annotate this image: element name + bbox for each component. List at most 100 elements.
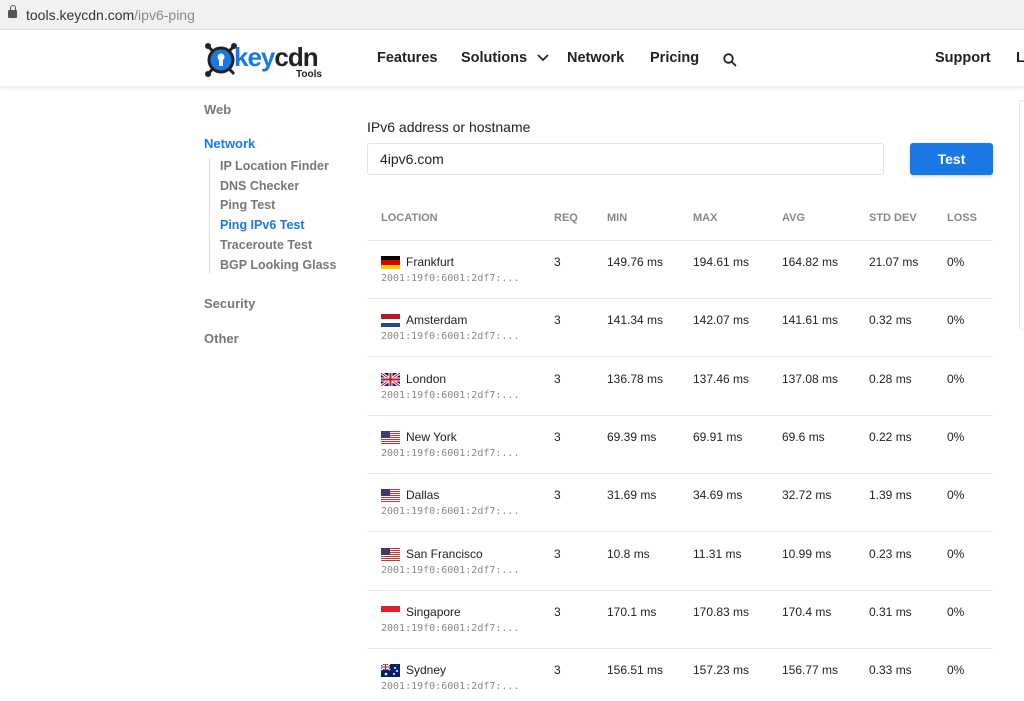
cell-std: 0.23 ms [869, 546, 912, 561]
cell-max: 157.23 ms [693, 663, 750, 678]
cell-req: 3 [554, 604, 561, 619]
hostname-input[interactable] [367, 143, 884, 175]
cell-req: 3 [554, 488, 561, 503]
divider [367, 648, 993, 649]
side-panel [1019, 100, 1024, 330]
lock-icon [8, 5, 17, 18]
nav-support[interactable]: Support [935, 50, 991, 66]
cell-loss: 0% [947, 371, 965, 386]
cell-std: 0.32 ms [869, 313, 912, 328]
cell-avg: 141.61 ms [782, 313, 839, 328]
nav-features[interactable]: Features [377, 50, 437, 66]
cell-loss: 0% [947, 663, 965, 678]
cell-loss: 0% [947, 313, 965, 328]
ip-address: 2001:19f0:6001:2df7:... [381, 506, 520, 518]
cell-std: 0.31 ms [869, 604, 912, 619]
column-header-location: LOCATION [381, 212, 438, 224]
divider [367, 356, 993, 357]
cell-std: 21.07 ms [869, 255, 919, 269]
ip-address: 2001:19f0:6001:2df7:... [381, 564, 520, 576]
cell-max: 194.61 ms [693, 255, 750, 269]
sidebar-item-bgp-looking-glass[interactable]: BGP Looking Glass [220, 258, 336, 272]
search-icon[interactable] [723, 53, 737, 67]
cell-std: 0.22 ms [869, 429, 912, 444]
flag-de-icon [381, 256, 400, 269]
location-name: New York [406, 429, 457, 444]
flag-gb-icon [381, 372, 400, 386]
nav-solutions[interactable]: Solutions [461, 50, 549, 66]
cell-std: 0.28 ms [869, 371, 912, 386]
flag-us-icon [381, 489, 400, 503]
flag-us-icon [381, 547, 400, 561]
divider [367, 590, 993, 591]
sidebar-network[interactable]: Network [204, 136, 255, 151]
cell-loss: 0% [947, 546, 965, 561]
cell-avg: 137.08 ms [782, 371, 839, 386]
column-header-avg: AVG [782, 212, 806, 224]
nav-network[interactable]: Network [567, 50, 624, 66]
column-header-max: MAX [693, 212, 718, 224]
ip-address: 2001:19f0:6001:2df7:... [381, 681, 520, 693]
url-text[interactable]: tools.keycdn.com/ipv6-ping [26, 7, 195, 23]
column-header-min: MIN [607, 212, 628, 224]
cell-req: 3 [554, 546, 561, 561]
cell-avg: 164.82 ms [782, 255, 839, 269]
cell-max: 69.91 ms [693, 429, 743, 444]
sidebar-web[interactable]: Web [204, 102, 231, 117]
ip-address: 2001:19f0:6001:2df7:... [381, 622, 520, 634]
chevron-down-icon [537, 54, 549, 62]
flag-au-icon [381, 664, 400, 678]
ip-address: 2001:19f0:6001:2df7:... [381, 273, 520, 284]
ip-address: 2001:19f0:6001:2df7:... [381, 331, 520, 343]
cell-std: 1.39 ms [869, 488, 912, 503]
cell-avg: 10.99 ms [782, 546, 832, 561]
sidebar-item-ip-location-finder[interactable]: IP Location Finder [220, 159, 329, 173]
cell-avg: 69.6 ms [782, 429, 825, 444]
sidebar-item-traceroute-test[interactable]: Traceroute Test [220, 238, 312, 252]
cell-min: 149.76 ms [607, 255, 664, 269]
test-button[interactable]: Test [910, 143, 993, 175]
divider [367, 531, 993, 532]
hostname-label: IPv6 address or hostname [367, 119, 531, 135]
cell-min: 10.8 ms [607, 546, 650, 561]
cell-loss: 0% [947, 604, 965, 619]
cell-min: 31.69 ms [607, 488, 657, 503]
cell-avg: 170.4 ms [782, 604, 832, 619]
cell-avg: 156.77 ms [782, 663, 839, 678]
column-header-req: REQ [554, 212, 578, 224]
location-name: London [406, 371, 447, 386]
cell-min: 69.39 ms [607, 429, 657, 444]
sidebar-other[interactable]: Other [204, 331, 239, 346]
cell-req: 3 [554, 313, 561, 328]
cell-req: 3 [554, 663, 561, 678]
flag-us-icon [381, 430, 400, 444]
cell-min: 170.1 ms [607, 604, 657, 619]
keyhole-logo-icon [205, 43, 237, 77]
cell-max: 137.46 ms [693, 371, 750, 386]
divider [367, 240, 993, 241]
cell-req: 3 [554, 371, 561, 386]
site-header: keycdn Tools Features Solutions Network … [0, 30, 1024, 87]
nav-pricing[interactable]: Pricing [650, 50, 699, 66]
cell-avg: 32.72 ms [782, 488, 832, 503]
column-header-loss: LOSS [947, 212, 977, 224]
sidebar-item-dns-checker[interactable]: DNS Checker [220, 179, 299, 193]
address-bar[interactable]: tools.keycdn.com/ipv6-ping [0, 0, 1024, 30]
cell-loss: 0% [947, 255, 965, 269]
divider [367, 473, 993, 474]
divider [209, 158, 210, 274]
location-name: Dallas [406, 488, 440, 503]
cell-max: 34.69 ms [693, 488, 743, 503]
sidebar-item-ping-test[interactable]: Ping Test [220, 198, 275, 212]
divider [367, 298, 993, 299]
divider [367, 415, 993, 416]
nav-login[interactable]: Login [1016, 50, 1024, 66]
cell-max: 142.07 ms [693, 313, 750, 328]
sidebar-item-ping-ipv6-test[interactable]: Ping IPv6 Test [220, 218, 305, 232]
cell-req: 3 [554, 255, 561, 269]
cell-max: 11.31 ms [693, 546, 742, 561]
cell-loss: 0% [947, 488, 965, 503]
cell-req: 3 [554, 429, 561, 444]
sidebar-security[interactable]: Security [204, 296, 255, 311]
cell-std: 0.33 ms [869, 663, 912, 678]
